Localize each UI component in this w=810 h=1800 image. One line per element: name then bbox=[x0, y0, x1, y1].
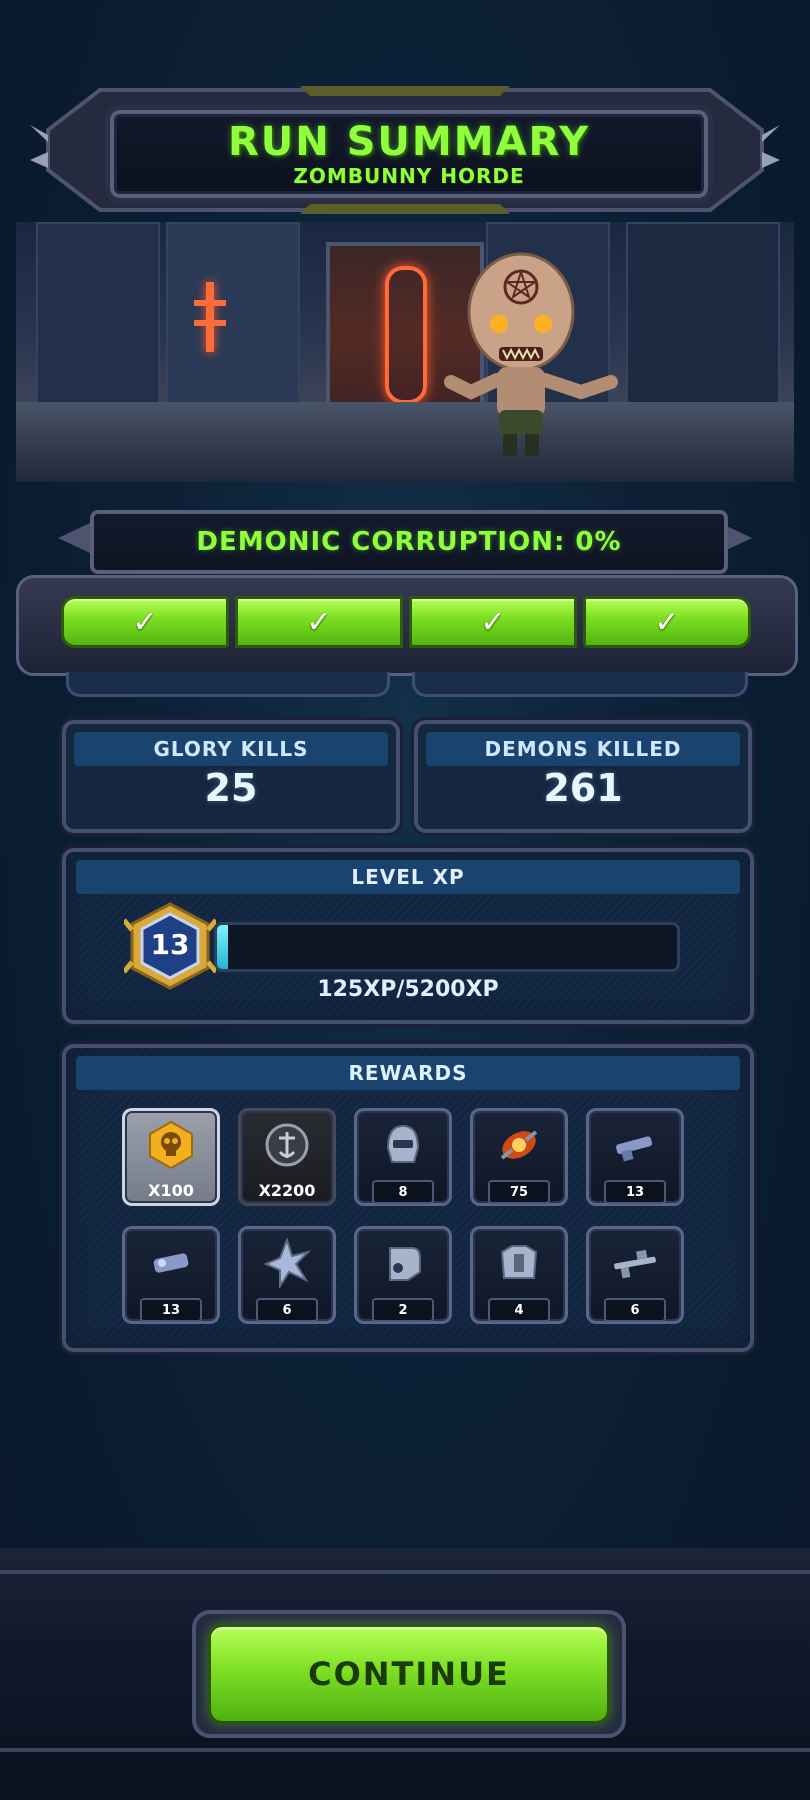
reward-count: 6 bbox=[604, 1298, 666, 1322]
reward-count: 75 bbox=[488, 1180, 550, 1204]
glory-kills-header: GLORY KILLS bbox=[74, 732, 388, 766]
reward-count: 2 bbox=[372, 1298, 434, 1322]
gold-skull-coin-icon bbox=[149, 1120, 193, 1170]
rifle-icon bbox=[614, 1249, 656, 1279]
corruption-segment-4: ✓ bbox=[583, 596, 751, 648]
level-number: 13 bbox=[150, 928, 190, 961]
dark-rune-coin-icon bbox=[265, 1123, 309, 1167]
reward-count: 4 bbox=[488, 1298, 550, 1322]
reward-item[interactable]: 13 bbox=[586, 1108, 684, 1206]
reward-item[interactable]: X2200 bbox=[238, 1108, 336, 1206]
checkmark-icon: ✓ bbox=[132, 604, 158, 640]
xp-progress-bar bbox=[214, 922, 680, 972]
demons-killed-value: 261 bbox=[543, 766, 623, 810]
xp-progress-fill bbox=[217, 925, 229, 969]
reward-item[interactable]: 4 bbox=[470, 1226, 568, 1324]
glory-kills-label: GLORY KILLS bbox=[153, 737, 309, 761]
corruption-progress-frame: ✓ ✓ ✓ ✓ bbox=[16, 575, 798, 676]
reward-item[interactable]: 6 bbox=[586, 1226, 684, 1324]
level-xp-panel: LEVEL XP 13 125XP/5200XP bbox=[62, 848, 754, 1024]
page-subtitle: ZOMBUNNY HORDE bbox=[293, 164, 525, 188]
continue-button[interactable]: CONTINUE bbox=[208, 1624, 610, 1724]
continue-button-frame: CONTINUE bbox=[192, 1610, 626, 1738]
scene-floor bbox=[16, 402, 794, 482]
reward-item[interactable]: X100 bbox=[122, 1108, 220, 1206]
armor-piece-icon bbox=[389, 1247, 421, 1281]
glory-kills-value: 25 bbox=[204, 766, 258, 810]
reward-count: 13 bbox=[604, 1180, 666, 1204]
tab-strip-right bbox=[412, 672, 748, 697]
demons-killed-header: DEMONS KILLED bbox=[426, 732, 740, 766]
reward-count: X2200 bbox=[258, 1180, 316, 1200]
tab-strip-left bbox=[66, 672, 390, 697]
header-plate: RUN SUMMARY ZOMBUNNY HORDE bbox=[110, 110, 708, 198]
rewards-panel: REWARDS X100 X2200 8 75 13 13 6 2 4 6 bbox=[62, 1044, 754, 1352]
corruption-arrow-left bbox=[58, 523, 90, 553]
reward-item[interactable]: 8 bbox=[354, 1108, 452, 1206]
xp-text: 125XP/5200XP bbox=[317, 977, 499, 1002]
reward-count: 8 bbox=[372, 1180, 434, 1204]
reward-item[interactable]: 75 bbox=[470, 1108, 568, 1206]
plasma-gun-icon bbox=[153, 1253, 189, 1273]
demons-killed-label: DEMONS KILLED bbox=[484, 737, 682, 761]
checkmark-icon: ✓ bbox=[480, 604, 506, 640]
scene-glow-cross bbox=[206, 282, 214, 352]
reward-count: 6 bbox=[256, 1298, 318, 1322]
demons-killed-card: DEMONS KILLED 261 bbox=[414, 720, 752, 833]
rewards-title: REWARDS bbox=[348, 1061, 468, 1085]
corruption-progress-bar: ✓ ✓ ✓ ✓ bbox=[61, 596, 751, 648]
chest-armor-icon bbox=[500, 1245, 538, 1279]
level-xp-title: LEVEL XP bbox=[351, 865, 465, 889]
run-summary-screen: RUN SUMMARY ZOMBUNNY HORDE DEMONIC CORRU… bbox=[0, 0, 810, 1800]
scene-pillar bbox=[166, 222, 300, 412]
level-xp-header: LEVEL XP bbox=[76, 860, 740, 894]
corruption-segment-1: ✓ bbox=[61, 596, 229, 648]
corruption-segment-3: ✓ bbox=[409, 596, 577, 648]
reward-item[interactable]: 6 bbox=[238, 1226, 336, 1324]
page-title: RUN SUMMARY bbox=[227, 119, 591, 165]
helmet-icon bbox=[386, 1124, 420, 1163]
reward-item[interactable]: 2 bbox=[354, 1226, 452, 1324]
shotgun-icon bbox=[616, 1136, 653, 1162]
reward-count: X100 bbox=[148, 1180, 194, 1200]
demon-gem-icon bbox=[500, 1130, 538, 1160]
corruption-segment-2: ✓ bbox=[235, 596, 403, 648]
spiked-star-icon bbox=[263, 1238, 312, 1288]
corruption-banner: DEMONIC CORRUPTION: 0% bbox=[90, 510, 728, 574]
continue-button-label: CONTINUE bbox=[308, 1655, 510, 1693]
reward-item[interactable]: 13 bbox=[122, 1226, 220, 1324]
scene-wall-far bbox=[626, 222, 780, 412]
header-frame: RUN SUMMARY ZOMBUNNY HORDE bbox=[30, 80, 780, 220]
glory-kills-card: GLORY KILLS 25 bbox=[62, 720, 400, 833]
rewards-header: REWARDS bbox=[76, 1056, 740, 1090]
scene-wall-left bbox=[36, 222, 160, 412]
checkmark-icon: ✓ bbox=[654, 604, 680, 640]
zombie-character-icon bbox=[444, 252, 618, 456]
reward-count: 13 bbox=[140, 1298, 202, 1322]
checkmark-icon: ✓ bbox=[306, 604, 332, 640]
level-scene-image bbox=[16, 222, 794, 482]
corruption-label: DEMONIC CORRUPTION: 0% bbox=[196, 527, 622, 557]
